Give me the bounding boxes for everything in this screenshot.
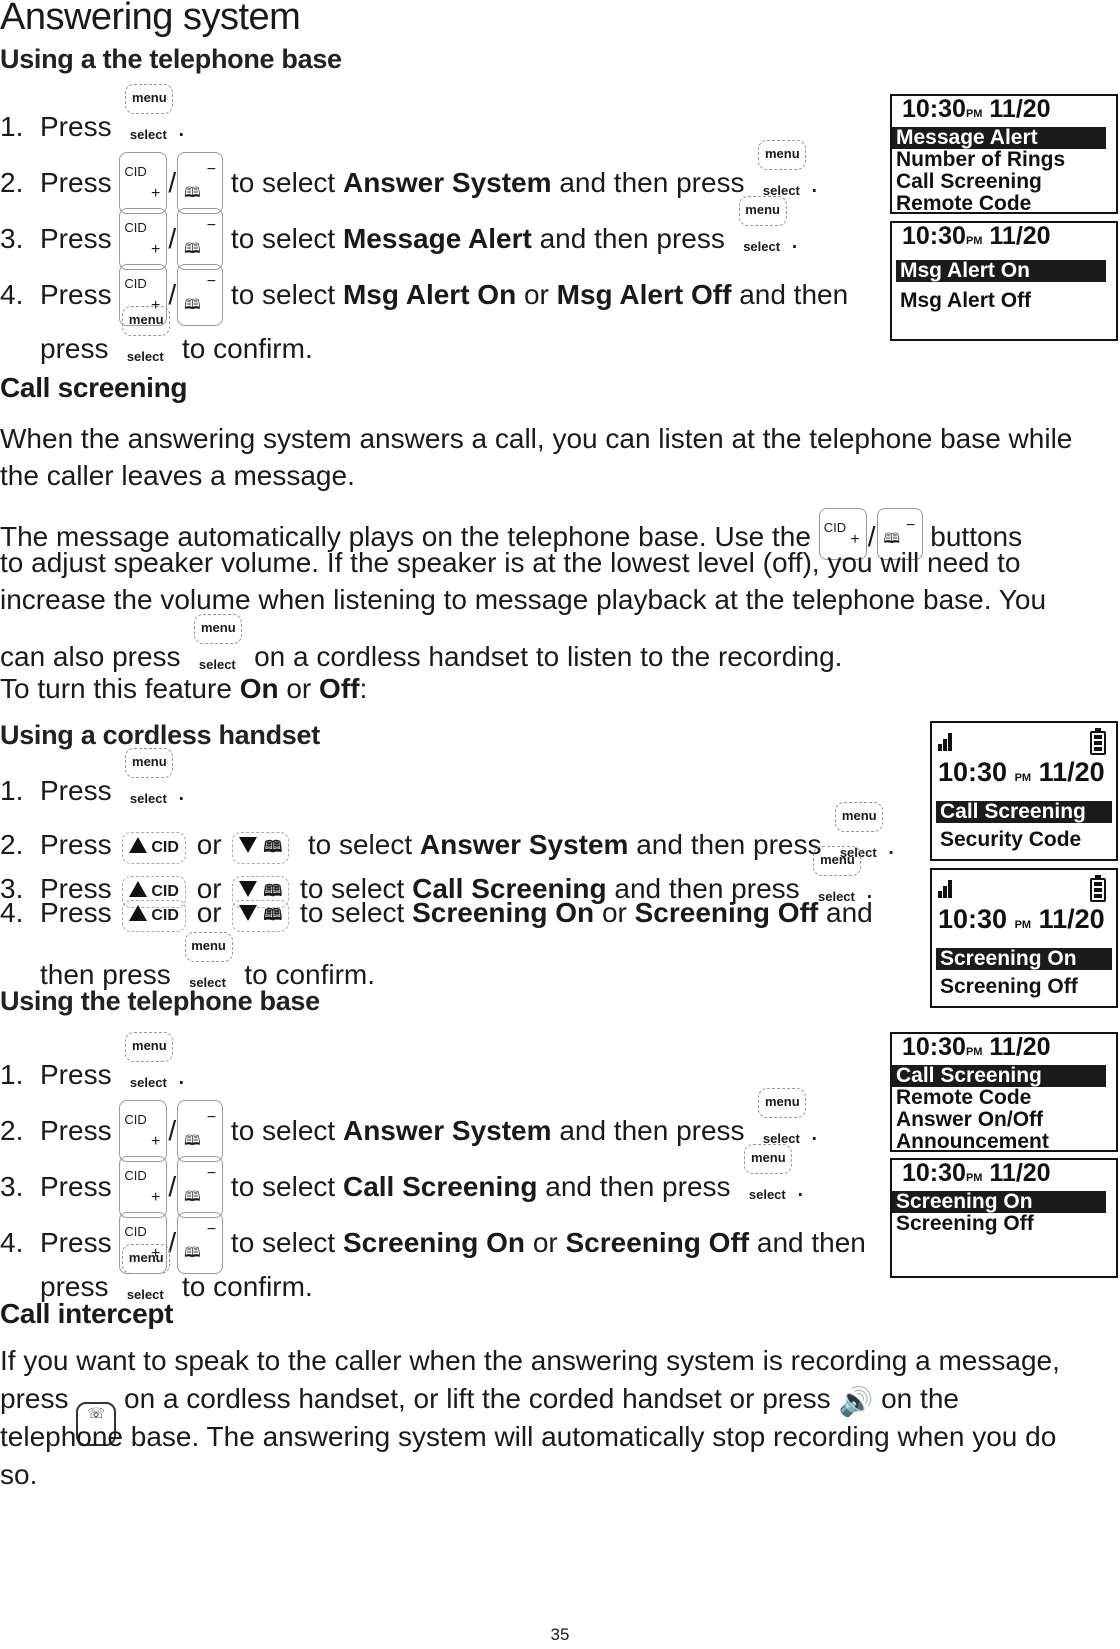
menu-select-key-icon: menu select	[742, 1144, 793, 1202]
screen-menu-item-selected: Screening On	[936, 948, 1112, 970]
speaker-icon: 🔊	[838, 1386, 874, 1417]
toggle-instruction: To turn this feature On or Off:	[0, 673, 368, 704]
screen-menu-item-selected: Call Screening	[892, 1065, 1106, 1087]
step-1: 1. Press menu select.	[0, 1032, 185, 1092]
menu-select-key-icon: menu select	[123, 84, 174, 142]
menu-select-key-icon: menu select	[737, 196, 787, 254]
base-screen-msg-alert: 10:30PM 11/20 Msg Alert On Msg Alert Off	[890, 221, 1118, 341]
battery-icon	[1090, 728, 1106, 755]
menu-select-key-icon: menu select	[192, 614, 243, 672]
step-4: 4. Press CID or 🕮 to select Screening On …	[0, 896, 873, 932]
cid-plus-key-icon: CID +	[119, 1156, 168, 1218]
screen-menu-item: Remote Code	[896, 192, 1032, 215]
phonebook-minus-key-icon: − 🕮	[177, 152, 224, 214]
step-4-continued: then press menu select to confirm.	[40, 932, 375, 992]
section-heading-base-msg-alert: Using a the telephone base	[0, 44, 342, 74]
cid-plus-key-icon: CID +	[119, 1100, 168, 1162]
screen-menu-item-selected: Call Screening	[936, 801, 1112, 823]
step-1: 1. Press menu select.	[0, 84, 185, 144]
step-3: 3. Press CID + / − 🕮 to select Call Screening…	[0, 1144, 804, 1218]
menu-select-key-icon: menu select	[756, 140, 807, 198]
signal-strength-icon	[938, 880, 956, 898]
menu-select-key-icon: menu select	[123, 1032, 174, 1090]
page-number: 35	[550, 1625, 570, 1644]
screen-menu-item: Number of Rings	[896, 148, 1066, 171]
step-2: 2. Press CID + / − 🕮 to select Answer System …	[0, 1088, 818, 1162]
step-3: 3. Press CID + / − 🕮 to select Message Alert …	[0, 196, 798, 270]
cid-plus-key-icon: CID +	[119, 152, 168, 214]
step-2: 2. Press CID or 🕮 to select Answer System…	[0, 802, 895, 864]
battery-icon	[1090, 875, 1106, 902]
cid-plus-key-icon: CID +	[119, 208, 168, 270]
menu-select-key-icon: menu select	[120, 1244, 171, 1302]
base-screen-answer-menu: 10:30PM 11/20 Call Screening Remote Code…	[890, 1032, 1118, 1153]
call-intercept-line-4: so.	[0, 1459, 38, 1490]
screen-menu-item: Call Screening	[896, 170, 1042, 193]
down-phonebook-key-icon: 🕮	[232, 900, 290, 932]
section-heading-cordless-handset: Using a cordless handset	[0, 720, 320, 750]
screen-menu-item: Answer On/Off	[896, 1108, 1044, 1131]
screen-menu-item: Screening Off	[940, 975, 1078, 998]
call-screening-paragraph-2-line-2: to adjust speaker volume. If the speaker…	[0, 547, 1021, 578]
section-heading-call-intercept: Call intercept	[0, 1298, 174, 1329]
menu-select-key-icon: menu select	[756, 1088, 807, 1146]
base-screen-answer-menu: 10:30PM 11/20 Message Alert Number of Ri…	[890, 94, 1118, 215]
screen-menu-item: Security Code	[940, 828, 1082, 851]
screen-menu-item: Msg Alert Off	[900, 289, 1032, 312]
phonebook-minus-key-icon: − 🕮	[177, 208, 224, 270]
menu-select-key-icon: menu select	[123, 748, 174, 806]
step-4-continued: press menu select to confirm.	[40, 1244, 313, 1304]
phonebook-minus-key-icon: − 🕮	[177, 264, 224, 326]
screen-menu-item-selected: Message Alert	[892, 127, 1106, 149]
step-2: 2. Press CID + / − 🕮 to select Answer System …	[0, 140, 818, 214]
handset-screen-screening: 10:30 PM 11/20 Screening On Screening Of…	[930, 868, 1118, 1008]
screen-menu-item-selected: Screening On	[892, 1191, 1106, 1213]
page-title: Answering system	[0, 0, 301, 38]
call-intercept-line-3: telephone base. The answering system wil…	[0, 1421, 1057, 1452]
menu-select-key-icon: menu select	[183, 932, 233, 990]
phonebook-minus-key-icon: − 🕮	[177, 1100, 224, 1162]
screen-menu-item: Remote Code	[896, 1086, 1032, 1109]
step-1: 1. Press menu select.	[0, 748, 185, 808]
section-heading-call-screening: Call screening	[0, 372, 188, 403]
handset-screen-answer-menu: 10:30 PM 11/20 Call Screening Security C…	[930, 721, 1118, 861]
signal-strength-icon	[938, 733, 956, 751]
section-heading-telephone-base: Using the telephone base	[0, 986, 320, 1016]
menu-select-key-icon: menu select	[120, 306, 171, 364]
call-intercept-line-1: If you want to speak to the caller when …	[0, 1345, 1060, 1376]
screen-menu-item: Screening Off	[896, 1212, 1034, 1235]
phonebook-minus-key-icon: − 🕮	[177, 1156, 224, 1218]
screen-menu-item: Announcement	[896, 1130, 1049, 1153]
call-screening-paragraph-1: When the answering system answers a call…	[0, 423, 1073, 491]
call-screening-paragraph-2-line-4: can also press menu select on a cordless …	[0, 614, 842, 674]
base-screen-screening: 10:30PM 11/20 Screening On Screening Off	[890, 1158, 1118, 1278]
screen-clock: 10:30PM 11/20	[902, 95, 1051, 123]
call-screening-paragraph-2-line-3: increase the volume when listening to me…	[0, 584, 1047, 615]
step-4-continued: press menu select to confirm.	[40, 306, 313, 366]
screen-menu-item-selected: Msg Alert On	[896, 260, 1106, 282]
up-cid-key-icon: CID	[122, 900, 186, 932]
